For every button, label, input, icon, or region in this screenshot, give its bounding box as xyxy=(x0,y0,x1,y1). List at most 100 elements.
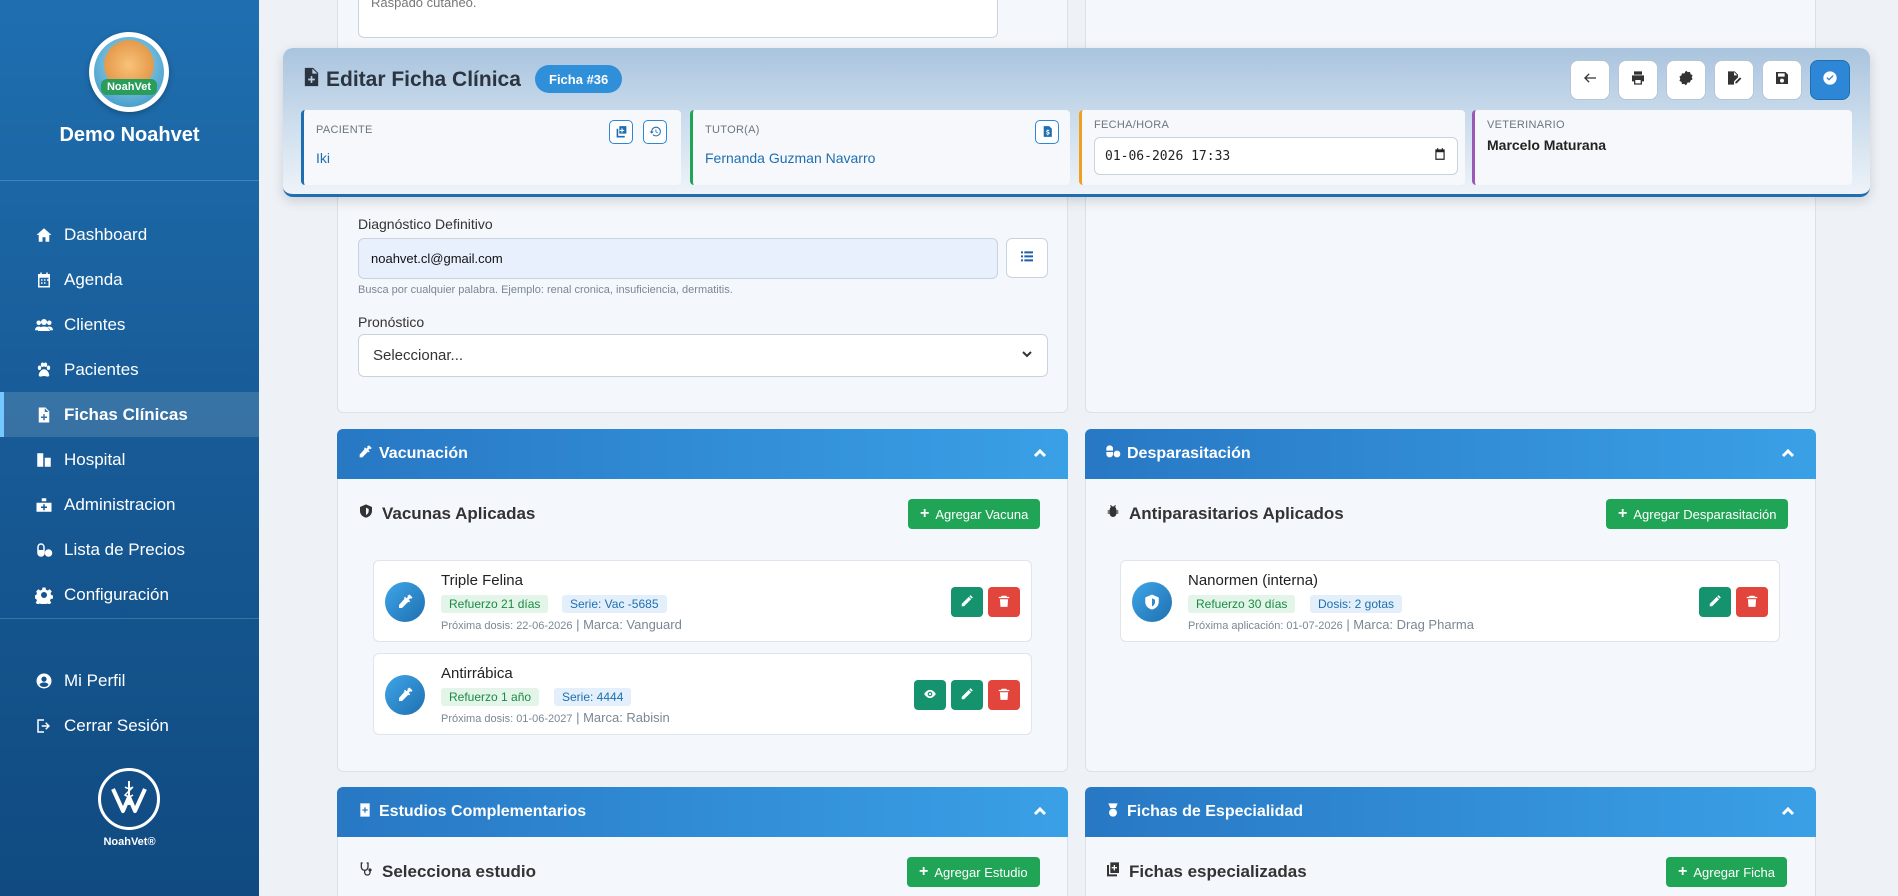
logout-icon xyxy=(34,716,54,736)
trash-icon xyxy=(1745,593,1759,612)
sidebar-item-cerrar-sesion[interactable]: Cerrar Sesión xyxy=(0,703,259,748)
sidebar-nav: Dashboard Agenda Clientes Pacientes Fich… xyxy=(0,212,259,617)
sidebar-item-label: Lista de Precios xyxy=(64,539,185,559)
section-title: Fichas de Especialidad xyxy=(1127,803,1304,820)
sidebar-item-lista-precios[interactable]: Lista de Precios xyxy=(0,527,259,572)
sidebar-item-administracion[interactable]: Administracion xyxy=(0,482,259,527)
desparasitacion-header[interactable]: Desparasitación xyxy=(1085,429,1816,479)
clinic-name: Demo Noahvet xyxy=(59,124,200,146)
diagnostico-list-button[interactable] xyxy=(1006,238,1048,278)
sidebar-item-pacientes[interactable]: Pacientes xyxy=(0,347,259,392)
list-item: Nanormen (interna) Refuerzo 30 días Dosi… xyxy=(1120,560,1780,642)
sign-button[interactable] xyxy=(1714,60,1754,100)
veterinario-value: Marcelo Maturana xyxy=(1487,137,1607,153)
history-button[interactable] xyxy=(643,120,667,144)
plus-icon: + xyxy=(919,863,929,880)
plus-icon: + xyxy=(920,505,930,522)
copy-button[interactable] xyxy=(609,120,633,144)
tutor-value[interactable]: Fernanda Guzman Navarro xyxy=(705,150,875,166)
capsules-icon xyxy=(1105,444,1127,465)
vaccine-name: Triple Felina xyxy=(441,572,523,589)
chevron-up-icon[interactable] xyxy=(1032,803,1048,824)
sidebar-item-agenda[interactable]: Agenda xyxy=(0,257,259,302)
file-invoice-dollar-icon xyxy=(1041,123,1054,142)
file-medical-icon xyxy=(34,405,54,425)
sidebar-item-configuracion[interactable]: Configuración xyxy=(0,572,259,617)
list-icon xyxy=(1019,248,1035,268)
tutor-file-button[interactable] xyxy=(1035,120,1059,144)
chevron-up-icon[interactable] xyxy=(1780,445,1796,466)
button-label: Agregar Estudio xyxy=(934,864,1028,880)
sidebar-item-mi-perfil[interactable]: Mi Perfil xyxy=(0,658,259,703)
antiparasitario-meta: Próxima aplicación: 01-07-2026 | Marca: … xyxy=(1188,617,1474,632)
sidebar-item-label: Administracion xyxy=(64,494,176,514)
veterinario-card: VETERINARIO Marcelo Maturana xyxy=(1472,110,1852,185)
pencil-icon xyxy=(1708,593,1722,612)
file-medical-icon xyxy=(357,802,379,823)
sidebar-item-label: Fichas Clínicas xyxy=(64,404,188,424)
view-button[interactable] xyxy=(914,680,946,710)
certificate-button[interactable] xyxy=(1666,60,1706,100)
especialidad-header[interactable]: Fichas de Especialidad xyxy=(1085,787,1816,837)
edit-button[interactable] xyxy=(1699,587,1731,617)
shield-icon xyxy=(358,503,382,524)
pills-icon xyxy=(34,540,54,560)
printer-icon xyxy=(1630,70,1646,90)
estudios-subtitle: Selecciona estudio xyxy=(358,861,536,882)
agregar-desparasitacion-button[interactable]: + Agregar Desparasitación xyxy=(1606,499,1789,529)
section-title: Vacunación xyxy=(379,445,468,462)
paciente-value[interactable]: Iki xyxy=(316,150,330,166)
floppy-disk-icon xyxy=(1774,70,1790,90)
edit-button[interactable] xyxy=(951,680,983,710)
vacunacion-header[interactable]: Vacunación xyxy=(337,429,1068,479)
finalize-button[interactable] xyxy=(1810,60,1850,100)
arrow-left-icon xyxy=(1582,70,1598,90)
diagnostico-input[interactable]: noahvet.cl@gmail.com xyxy=(358,238,998,279)
plus-icon: + xyxy=(1618,505,1628,522)
agregar-estudio-button[interactable]: + Agregar Estudio xyxy=(907,857,1040,887)
list-item: Antirrábica Refuerzo 1 año Serie: 4444 P… xyxy=(373,653,1032,735)
back-button[interactable] xyxy=(1570,60,1610,100)
sidebar-item-label: Agenda xyxy=(64,269,123,289)
ficha-header-panel: Editar Ficha Clínica Ficha #36 PACIENTE … xyxy=(283,48,1870,197)
vacunas-subtitle: Vacunas Aplicadas xyxy=(358,503,535,524)
footer-brand: NoahVet® xyxy=(103,836,156,848)
syringe-icon xyxy=(385,582,425,622)
logo-image: NoahVet xyxy=(94,37,164,107)
badge-certificate-icon xyxy=(1678,70,1694,90)
sidebar-item-dashboard[interactable]: Dashboard xyxy=(0,212,259,257)
chevron-up-icon[interactable] xyxy=(1780,803,1796,824)
antiparasitario-name: Nanormen (interna) xyxy=(1188,572,1319,589)
agregar-ficha-button[interactable]: + Agregar Ficha xyxy=(1666,857,1787,887)
refuerzo-badge: Refuerzo 1 año xyxy=(441,688,540,706)
trash-icon xyxy=(997,686,1011,705)
calendar-icon[interactable] xyxy=(1433,147,1447,165)
edit-button[interactable] xyxy=(951,587,983,617)
tutor-label: TUTOR(A) xyxy=(705,124,760,136)
delete-button[interactable] xyxy=(988,680,1020,710)
sidebar-divider xyxy=(0,618,259,619)
estudios-header[interactable]: Estudios Complementarios xyxy=(337,787,1068,837)
dosis-badge: Dosis: 2 gotas xyxy=(1310,595,1403,613)
sidebar-item-label: Hospital xyxy=(64,449,126,469)
sidebar-item-clientes[interactable]: Clientes xyxy=(0,302,259,347)
title-text: Editar Ficha Clínica xyxy=(326,68,521,91)
users-icon xyxy=(34,315,54,335)
pronostico-select[interactable]: Seleccionar... xyxy=(358,334,1048,377)
paw-icon xyxy=(34,360,54,380)
notes-textarea[interactable]: Raspado cutáneo. xyxy=(358,0,998,38)
delete-button[interactable] xyxy=(988,587,1020,617)
sidebar-item-hospital[interactable]: Hospital xyxy=(0,437,259,482)
print-button[interactable] xyxy=(1618,60,1658,100)
fecha-input[interactable]: 01-06-2026 17:33 xyxy=(1094,137,1458,175)
delete-button[interactable] xyxy=(1736,587,1768,617)
sidebar-account-nav: Mi Perfil Cerrar Sesión xyxy=(0,658,259,748)
save-button[interactable] xyxy=(1762,60,1802,100)
sidebar-item-fichas-clinicas[interactable]: Fichas Clínicas xyxy=(0,392,259,437)
vaccine-meta: Próxima dosis: 22-06-2026 | Marca: Vangu… xyxy=(441,617,682,632)
fecha-label: FECHA/HORA xyxy=(1094,119,1170,131)
chevron-up-icon[interactable] xyxy=(1032,445,1048,466)
button-label: Agregar Ficha xyxy=(1693,864,1775,880)
agregar-vacuna-button[interactable]: + Agregar Vacuna xyxy=(908,499,1041,529)
clinic-logo[interactable]: NoahVet xyxy=(89,32,169,112)
